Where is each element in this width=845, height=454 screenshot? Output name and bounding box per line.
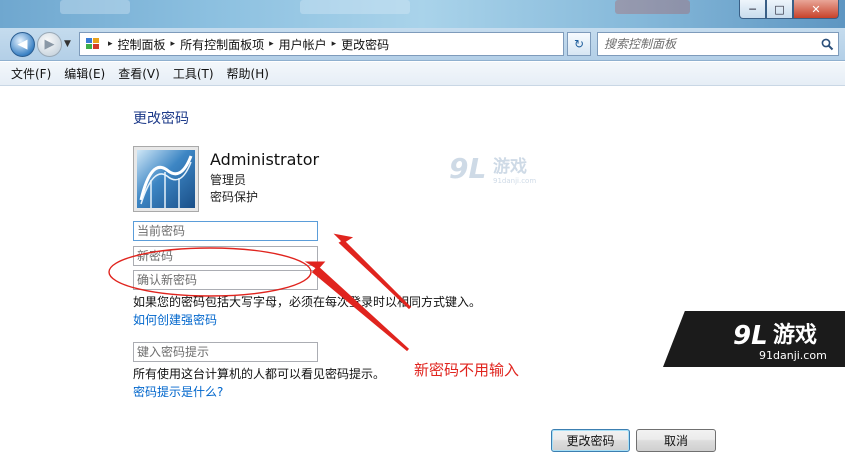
hint-visibility-note: 所有使用这台计算机的人都可以看见密码提示。 [133, 367, 386, 381]
user-role: 管理员 [210, 173, 247, 187]
forward-button[interactable]: ▶ [37, 32, 62, 57]
search-input[interactable] [604, 37, 816, 51]
caps-lock-hint: 如果您的密码包括大写字母，必须在每次登录时以相同方式键入。 [133, 295, 482, 309]
cancel-button[interactable]: 取消 [636, 429, 716, 452]
watermark-large-text: 游戏 [773, 322, 817, 348]
recent-pages-dropdown-icon[interactable]: ▼ [64, 39, 71, 49]
control-panel-icon [83, 36, 103, 52]
title-bar-glass-reflection [615, 0, 690, 14]
breadcrumb-separator-icon[interactable]: ▸ [332, 39, 337, 49]
breadcrumb-all-control-panel-items[interactable]: 所有控制面板项 [180, 36, 264, 53]
title-bar-glass-reflection [300, 0, 410, 14]
watermark-logo-text: 游戏 [493, 156, 527, 177]
user-avatar [133, 146, 199, 212]
user-name: Administrator [210, 150, 320, 169]
roller-coaster-avatar-icon [139, 155, 193, 208]
menu-view[interactable]: 查看(V) [118, 65, 160, 82]
menu-file[interactable]: 文件(F) [11, 65, 51, 82]
confirm-password-field[interactable] [133, 270, 318, 290]
annotation-label: 新密码不用输入 [414, 361, 520, 379]
page-title: 更改密码 [133, 111, 189, 127]
watermark-logo-number: 9L [449, 152, 486, 185]
watermark-domain: 91danji.com [493, 177, 536, 185]
breadcrumb-separator-icon[interactable]: ▸ [171, 39, 176, 49]
address-bar[interactable]: ▸ 控制面板 ▸ 所有控制面板项 ▸ 用户帐户 ▸ 更改密码 [79, 32, 564, 56]
close-button[interactable]: ✕ [793, 0, 839, 19]
breadcrumb-separator-icon[interactable]: ▸ [108, 39, 113, 49]
breadcrumb-change-password[interactable]: 更改密码 [341, 36, 389, 53]
minimize-button[interactable]: ─ [739, 0, 766, 19]
password-hint-field[interactable] [133, 342, 318, 362]
strong-password-link[interactable]: 如何创建强密码 [133, 311, 217, 328]
current-password-field[interactable] [133, 221, 318, 241]
menu-help[interactable]: 帮助(H) [227, 65, 269, 82]
menu-edit[interactable]: 编辑(E) [64, 65, 105, 82]
window-title-bar: ─ □ ✕ [0, 0, 845, 28]
breadcrumb-user-accounts[interactable]: 用户帐户 [279, 36, 327, 53]
watermark-logo-small: 9L 游戏 91danji.com [449, 150, 544, 186]
breadcrumb-separator-icon[interactable]: ▸ [269, 39, 274, 49]
maximize-button[interactable]: □ [766, 0, 793, 19]
change-password-panel: 更改密码 Administrator 管理员 密码保护 如果您的密码包括大写字母… [0, 87, 845, 454]
refresh-button[interactable]: ↻ [567, 32, 591, 56]
new-password-field[interactable] [133, 246, 318, 266]
search-icon[interactable] [816, 38, 838, 51]
watermark-logo-large: 9L 游戏 91danji.com [663, 311, 845, 367]
back-button[interactable]: ◀ [10, 32, 35, 57]
menu-tools[interactable]: 工具(T) [173, 65, 214, 82]
navigation-bar: ◀ ▶ ▼ ▸ 控制面板 ▸ 所有控制面板项 ▸ 用户帐户 ▸ 更改密码 ↻ [0, 28, 845, 61]
watermark-large-domain: 91danji.com [759, 349, 827, 362]
user-password-status: 密码保护 [210, 190, 259, 204]
change-password-button[interactable]: 更改密码 [551, 429, 630, 452]
title-bar-glass-reflection [60, 0, 130, 14]
search-box [597, 32, 839, 56]
password-hint-help-link[interactable]: 密码提示是什么? [133, 383, 223, 400]
window-controls: ─ □ ✕ [739, 0, 839, 19]
breadcrumb-control-panel[interactable]: 控制面板 [118, 36, 166, 53]
watermark-large-number: 9L [733, 321, 768, 351]
menu-bar: 文件(F) 编辑(E) 查看(V) 工具(T) 帮助(H) [0, 62, 845, 86]
